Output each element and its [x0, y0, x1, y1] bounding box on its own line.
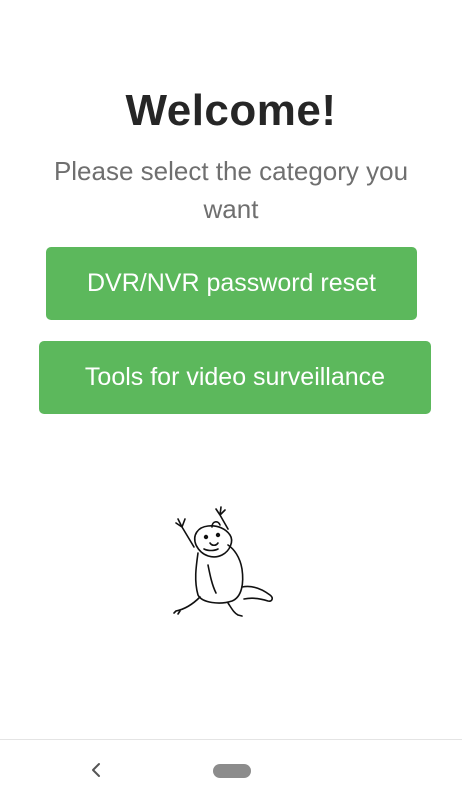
page-subtitle: Please select the category you want: [53, 156, 409, 224]
home-pill-icon[interactable]: [213, 764, 251, 778]
back-chevron-icon[interactable]: [86, 758, 106, 782]
cheering-hamster-icon: [173, 506, 273, 617]
video-surveillance-tools-button[interactable]: Tools for video surveillance: [39, 341, 431, 414]
page-title: Welcome!: [125, 86, 337, 135]
welcome-screen: Welcome! Please select the category you …: [0, 0, 462, 800]
system-navigation-bar: [0, 739, 462, 800]
password-reset-button[interactable]: DVR/NVR password reset: [46, 247, 417, 320]
